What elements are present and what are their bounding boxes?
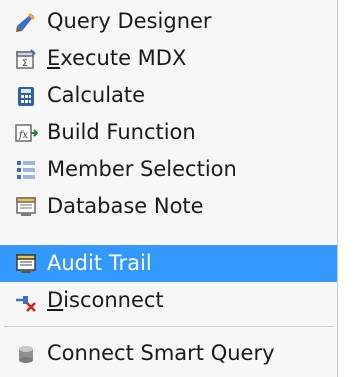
- disconnect-icon: [14, 289, 38, 313]
- member-selection-icon: [14, 158, 38, 182]
- menu-item-build-function[interactable]: fx Build Function: [0, 114, 337, 151]
- menu-item-label: Disconnect: [47, 282, 164, 319]
- menu-item-connect-smart-query[interactable]: Connect Smart Query: [0, 335, 337, 372]
- menu-item-label: Database Note: [47, 194, 204, 218]
- menu-item-database-note[interactable]: Database Note: [0, 188, 337, 225]
- menu-item-label: Calculate: [47, 83, 146, 107]
- build-function-icon: fx: [14, 121, 38, 145]
- svg-text:fx: fx: [18, 130, 29, 141]
- audit-trail-icon: [14, 252, 38, 276]
- query-designer-icon: [14, 10, 38, 34]
- menu-item-calculate[interactable]: Calculate: [0, 77, 337, 114]
- database-note-icon: [14, 195, 38, 219]
- menu-item-member-selection[interactable]: Member Selection: [0, 151, 337, 188]
- menu-item-label: Query Designer: [47, 9, 212, 33]
- mnemonic-letter: E: [47, 46, 61, 70]
- menu-item-query-designer[interactable]: Query Designer: [0, 3, 337, 40]
- execute-mdx-icon: Σ: [14, 47, 38, 71]
- calculator-icon: [14, 84, 38, 108]
- menu-item-label-rest: xecute MDX: [60, 46, 187, 70]
- svg-text:Σ: Σ: [22, 59, 28, 69]
- menu-item-execute-mdx[interactable]: Σ Execute MDX: [0, 40, 337, 77]
- menu-item-label: Audit Trail: [47, 251, 152, 275]
- context-menu: Query Designer Σ Execute MDX Calculate f…: [0, 0, 338, 377]
- database-cylinder-icon: [14, 342, 38, 366]
- menu-item-label: Execute MDX: [47, 40, 186, 77]
- mnemonic-letter: D: [47, 288, 64, 312]
- menu-separator: [4, 326, 334, 327]
- menu-item-audit-trail[interactable]: Audit Trail: [0, 245, 337, 282]
- menu-item-label: Build Function: [47, 120, 196, 144]
- menu-item-label: Member Selection: [47, 157, 237, 181]
- menu-item-label-rest: isconnect: [63, 288, 164, 312]
- menu-item-label: Connect Smart Query: [47, 341, 275, 365]
- menu-item-disconnect[interactable]: Disconnect: [0, 282, 337, 319]
